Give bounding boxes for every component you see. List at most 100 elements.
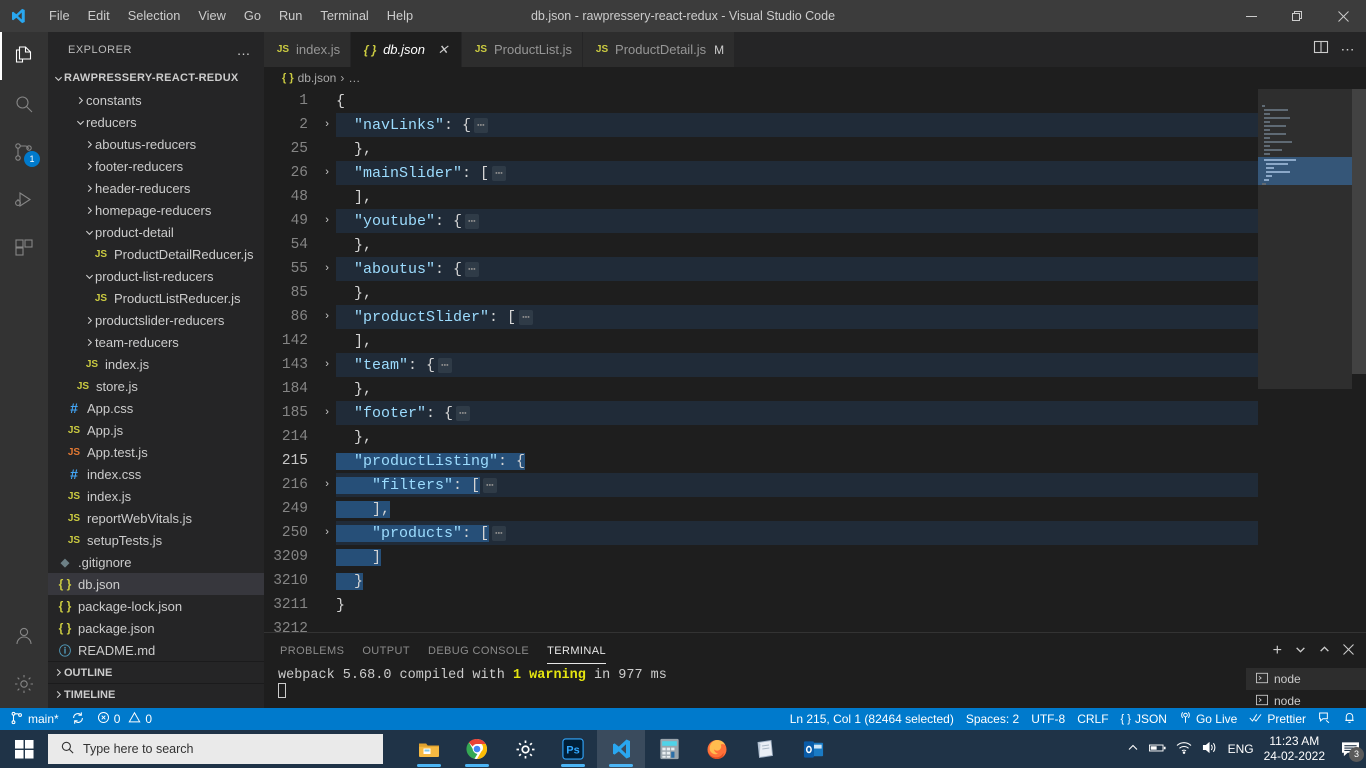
- code-line-content[interactable]: "products": [⋯: [336, 521, 1366, 545]
- editor-tab-index-js[interactable]: JS index.js: [264, 32, 352, 67]
- tree-file-row[interactable]: ◆ .gitignore: [48, 551, 264, 573]
- code-line[interactable]: 3209 ]: [264, 545, 1366, 569]
- visual-studio-code-icon[interactable]: [597, 730, 645, 768]
- tree-file-row[interactable]: JS index.js: [48, 485, 264, 507]
- tree-file-row[interactable]: JS App.test.js: [48, 441, 264, 463]
- menu-run[interactable]: Run: [270, 5, 311, 27]
- status-eol[interactable]: CRLF: [1071, 708, 1114, 730]
- split-editor-icon[interactable]: [1313, 39, 1329, 60]
- firefox-icon[interactable]: [693, 730, 741, 768]
- menu-help[interactable]: Help: [378, 5, 422, 27]
- tree-file-row[interactable]: JS store.js: [48, 375, 264, 397]
- chevron-right-icon[interactable]: [52, 662, 64, 684]
- code-line-content[interactable]: [336, 617, 1366, 632]
- code-line[interactable]: 85 },: [264, 281, 1366, 305]
- tree-file-row[interactable]: JS index.js: [48, 353, 264, 375]
- fold-chevron-icon[interactable]: ›: [318, 263, 336, 275]
- code-line-content[interactable]: ],: [336, 329, 1366, 353]
- outlook-icon[interactable]: [789, 730, 837, 768]
- code-line-content[interactable]: "filters": [⋯: [336, 473, 1366, 497]
- close-icon[interactable]: [1320, 0, 1366, 32]
- sidebar-item-extensions[interactable]: [0, 224, 48, 272]
- folded-code-placeholder[interactable]: ⋯: [465, 213, 479, 229]
- code-line-content[interactable]: ],: [336, 497, 1366, 521]
- code-line-content[interactable]: },: [336, 281, 1366, 305]
- code-line[interactable]: 55 › "aboutus": {⋯: [264, 257, 1366, 281]
- terminal-output[interactable]: webpack 5.68.0 compiled with 1 warning i…: [264, 668, 1366, 701]
- code-line[interactable]: 3210 }: [264, 569, 1366, 593]
- code-line-content[interactable]: "footer": {⋯: [336, 401, 1366, 425]
- code-line[interactable]: 3211}: [264, 593, 1366, 617]
- folded-code-placeholder[interactable]: ⋯: [456, 405, 470, 421]
- tree-folder-row[interactable]: product-detail: [48, 221, 264, 243]
- chevron-up-icon[interactable]: [1127, 742, 1139, 757]
- tree-folder-row[interactable]: homepage-reducers: [48, 199, 264, 221]
- tree-file-row[interactable]: ⓘ README.md: [48, 639, 264, 661]
- fold-chevron-icon[interactable]: ›: [318, 215, 336, 227]
- battery-icon[interactable]: [1148, 742, 1166, 757]
- plus-icon[interactable]: +: [1273, 642, 1282, 660]
- editor-tab-productdetail-js[interactable]: JS ProductDetail.js M: [583, 32, 736, 67]
- code-line-content[interactable]: "productSlider": [⋯: [336, 305, 1366, 329]
- code-line[interactable]: 54 },: [264, 233, 1366, 257]
- chevron-up-icon[interactable]: [1319, 643, 1330, 658]
- more-actions-icon[interactable]: ⋯: [1341, 41, 1357, 58]
- settings-gear-icon[interactable]: [501, 730, 549, 768]
- sidebar-item-source-control[interactable]: 1: [0, 128, 48, 176]
- fold-chevron-icon[interactable]: ›: [318, 527, 336, 539]
- calculator-icon[interactable]: [645, 730, 693, 768]
- accounts-icon[interactable]: [0, 612, 48, 660]
- tree-folder-row[interactable]: header-reducers: [48, 177, 264, 199]
- tree-folder-row[interactable]: productslider-reducers: [48, 309, 264, 331]
- window-controls[interactable]: [1228, 0, 1366, 32]
- status-cursor-position[interactable]: Ln 215, Col 1 (82464 selected): [784, 708, 960, 730]
- chevron-right-icon[interactable]: [83, 309, 95, 331]
- tray-language[interactable]: ENG: [1228, 742, 1254, 756]
- chevron-right-icon[interactable]: [52, 684, 64, 706]
- code-line[interactable]: 184 },: [264, 377, 1366, 401]
- tree-folder-row[interactable]: product-list-reducers: [48, 265, 264, 287]
- tray-clock[interactable]: 11:23 AM 24-02-2022: [1264, 734, 1325, 764]
- status-branch[interactable]: main*: [0, 708, 65, 730]
- tree-folder-row[interactable]: team-reducers: [48, 331, 264, 353]
- chevron-down-icon[interactable]: [52, 67, 64, 89]
- tree-folder-row[interactable]: reducers: [48, 111, 264, 133]
- tree-file-row[interactable]: # index.css: [48, 463, 264, 485]
- menu-view[interactable]: View: [189, 5, 235, 27]
- menu-file[interactable]: File: [40, 5, 79, 27]
- folded-code-placeholder[interactable]: ⋯: [438, 357, 452, 373]
- code-line-content[interactable]: ],: [336, 185, 1366, 209]
- code-line-content[interactable]: "aboutus": {⋯: [336, 257, 1366, 281]
- code-line[interactable]: 1{: [264, 89, 1366, 113]
- tree-file-row[interactable]: JS App.js: [48, 419, 264, 441]
- status-problems[interactable]: 0 0: [91, 708, 158, 730]
- sidebar-item-run-debug[interactable]: [0, 176, 48, 224]
- code-line-content[interactable]: },: [336, 233, 1366, 257]
- breadcrumb-rest[interactable]: …: [348, 71, 360, 85]
- minimize-icon[interactable]: [1228, 0, 1274, 32]
- chevron-down-icon[interactable]: [1295, 643, 1306, 658]
- code-line[interactable]: 86 › "productSlider": [⋯: [264, 305, 1366, 329]
- tree-file-row[interactable]: JS setupTests.js: [48, 529, 264, 551]
- tab-terminal[interactable]: TERMINAL: [547, 633, 606, 668]
- gear-icon[interactable]: [0, 660, 48, 708]
- notifications-icon[interactable]: 3: [1341, 741, 1364, 762]
- chevron-down-icon[interactable]: [74, 111, 86, 133]
- tab-output[interactable]: OUTPUT: [362, 633, 410, 668]
- tree-folder-row[interactable]: constants: [48, 89, 264, 111]
- tree-file-row[interactable]: JS ProductDetailReducer.js: [48, 243, 264, 265]
- menu-selection[interactable]: Selection: [119, 5, 190, 27]
- status-notifications[interactable]: [1337, 708, 1366, 730]
- tree-file-row[interactable]: { } package-lock.json: [48, 595, 264, 617]
- workspace-root-row[interactable]: RAWPRESSERY-REACT-REDUX: [48, 67, 264, 89]
- code-line[interactable]: 216 › "filters": [⋯: [264, 473, 1366, 497]
- tree-file-row[interactable]: JS ProductListReducer.js: [48, 287, 264, 309]
- editor-scrollbar[interactable]: [1352, 89, 1366, 632]
- status-language-mode[interactable]: { } JSON: [1115, 708, 1173, 730]
- chevron-right-icon[interactable]: [83, 155, 95, 177]
- close-icon[interactable]: ✕: [435, 42, 451, 58]
- status-sync[interactable]: [65, 708, 91, 730]
- code-line-content[interactable]: "team": {⋯: [336, 353, 1366, 377]
- code-line[interactable]: 25 },: [264, 137, 1366, 161]
- close-icon[interactable]: [1343, 643, 1354, 658]
